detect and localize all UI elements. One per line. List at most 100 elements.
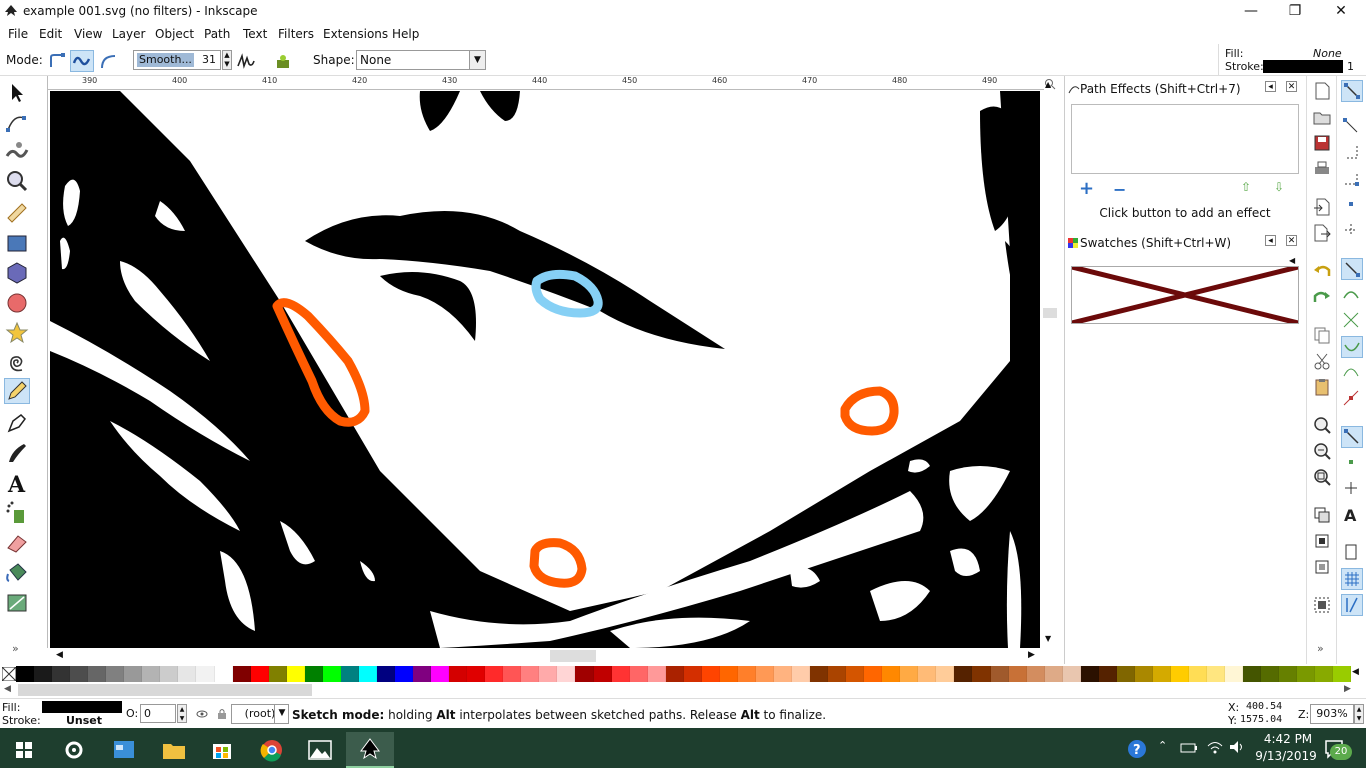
eraser-tool[interactable]	[4, 530, 30, 556]
palette-swatch[interactable]	[1315, 666, 1334, 682]
palette-swatch[interactable]	[16, 666, 35, 682]
palette-swatch[interactable]	[178, 666, 197, 682]
palette-swatch[interactable]	[539, 666, 558, 682]
palette-swatch[interactable]	[503, 666, 522, 682]
chevron-right-icon[interactable]: ▶	[1028, 650, 1035, 660]
palette-swatch[interactable]	[1044, 666, 1063, 682]
palette-swatch[interactable]	[972, 666, 991, 682]
chevron-down-icon[interactable]: ▼	[1045, 634, 1051, 643]
palette-swatch[interactable]	[1333, 666, 1352, 682]
shape-select[interactable]: None ▼	[356, 50, 486, 70]
canvas-vertical-scrollbar[interactable]: ▲ ▼	[1040, 76, 1060, 648]
app-window-icon[interactable]	[100, 732, 148, 768]
print-button[interactable]	[1311, 158, 1333, 180]
bspline-mode-button[interactable]	[97, 50, 121, 72]
snap-smooth-button[interactable]	[1341, 362, 1363, 384]
add-effect-button[interactable]: +	[1079, 178, 1094, 199]
palette-swatch[interactable]	[1008, 666, 1027, 682]
palette-swatch[interactable]	[250, 666, 269, 682]
path-effects-list[interactable]	[1071, 104, 1299, 174]
snap-bbox-midpoint-button[interactable]	[1341, 194, 1363, 216]
palette-swatch[interactable]	[755, 666, 774, 682]
selector-tool[interactable]	[4, 80, 30, 106]
no-paint-swatch[interactable]	[1071, 264, 1299, 326]
palette-swatch[interactable]	[828, 666, 847, 682]
smoothing-spinner[interactable]: ▲ ▼	[222, 50, 232, 70]
palette-swatch[interactable]	[322, 666, 341, 682]
zoom-selection-button[interactable]	[1311, 414, 1333, 436]
file-explorer-icon[interactable]	[150, 732, 198, 768]
palette-swatch[interactable]	[142, 666, 161, 682]
import-button[interactable]	[1311, 196, 1333, 218]
menu-view[interactable]: View	[74, 27, 102, 41]
redo-button[interactable]	[1311, 286, 1333, 308]
hscroll-thumb[interactable]	[550, 650, 596, 662]
palette-swatch[interactable]	[719, 666, 738, 682]
palette-swatch[interactable]	[773, 666, 793, 682]
wifi-icon[interactable]	[1206, 739, 1224, 755]
text-tool[interactable]: A	[4, 470, 30, 498]
palette-swatch[interactable]	[34, 666, 53, 682]
windows-start-icon[interactable]	[0, 732, 48, 768]
paint-bucket-tool[interactable]	[4, 560, 30, 586]
palette-swatch[interactable]	[954, 666, 973, 682]
palette-swatch[interactable]	[449, 666, 468, 682]
menu-edit[interactable]: Edit	[39, 27, 62, 41]
drawing-canvas[interactable]	[50, 91, 1040, 648]
regular-bezier-mode-button[interactable]	[45, 50, 69, 72]
snap-nodes-button[interactable]	[1341, 258, 1363, 280]
palette-swatch[interactable]	[106, 666, 125, 682]
color-palette[interactable]	[16, 666, 1352, 682]
palette-swatch[interactable]	[593, 666, 612, 682]
palette-swatch[interactable]	[232, 666, 251, 682]
lock-icon[interactable]	[216, 708, 228, 720]
palette-swatch[interactable]	[1225, 666, 1244, 682]
palette-swatch[interactable]	[431, 666, 450, 682]
palette-swatch[interactable]	[1297, 666, 1316, 682]
snap-midpoint-path-button[interactable]	[1341, 388, 1363, 410]
use-tablet-icon[interactable]	[274, 52, 292, 70]
status-fill-swatch[interactable]	[42, 701, 122, 713]
minimize-button[interactable]: —	[1228, 0, 1274, 24]
vscroll-thumb[interactable]	[1043, 308, 1057, 318]
volume-icon[interactable]	[1228, 739, 1246, 755]
maximize-button[interactable]: ❐	[1272, 0, 1318, 24]
palette-swatch[interactable]	[1026, 666, 1045, 682]
opacity-input[interactable]: 0	[140, 704, 176, 723]
palette-swatch[interactable]	[918, 666, 937, 682]
unlink-clone-button[interactable]	[1311, 556, 1333, 578]
palette-swatch[interactable]	[1243, 666, 1262, 682]
palette-swatch[interactable]	[70, 666, 89, 682]
palette-swatch[interactable]	[394, 666, 414, 682]
snap-bbox-center-button[interactable]	[1341, 220, 1363, 242]
palette-swatch[interactable]	[629, 666, 648, 682]
canvas-horizontal-scrollbar[interactable]: ◀ ▶	[48, 648, 1044, 664]
palette-swatch[interactable]	[1279, 666, 1298, 682]
snap-object-center-button[interactable]	[1341, 452, 1363, 474]
snap-intersection-button[interactable]	[1341, 310, 1363, 332]
settings-gear-icon[interactable]	[50, 732, 98, 768]
palette-swatch[interactable]	[611, 666, 630, 682]
help-icon[interactable]: ?	[1126, 738, 1148, 760]
palette-swatch[interactable]	[882, 666, 901, 682]
calligraphy-tool[interactable]	[4, 440, 30, 466]
undo-button[interactable]	[1311, 260, 1333, 282]
pen-tool[interactable]	[4, 410, 30, 436]
eye-icon[interactable]	[196, 708, 208, 720]
ellipse-tool[interactable]	[4, 290, 30, 316]
chrome-icon[interactable]	[248, 732, 296, 768]
palette-swatch[interactable]	[792, 666, 811, 682]
palette-swatch[interactable]	[214, 666, 233, 682]
palette-swatch[interactable]	[196, 666, 215, 682]
palette-swatch[interactable]	[521, 666, 540, 682]
photos-icon[interactable]	[296, 732, 344, 768]
rectangle-tool[interactable]	[4, 230, 30, 256]
menu-text[interactable]: Text	[243, 27, 267, 41]
node-tool[interactable]	[4, 110, 30, 136]
palette-swatch[interactable]	[701, 666, 720, 682]
palette-swatch[interactable]	[810, 666, 829, 682]
spiral-tool[interactable]	[4, 350, 30, 376]
style-indicator[interactable]: Fill: None Stroke: 1	[1218, 44, 1366, 76]
clock-date[interactable]: 9/13/2019	[1254, 749, 1318, 763]
clock-time[interactable]: 4:42 PM	[1260, 732, 1316, 746]
